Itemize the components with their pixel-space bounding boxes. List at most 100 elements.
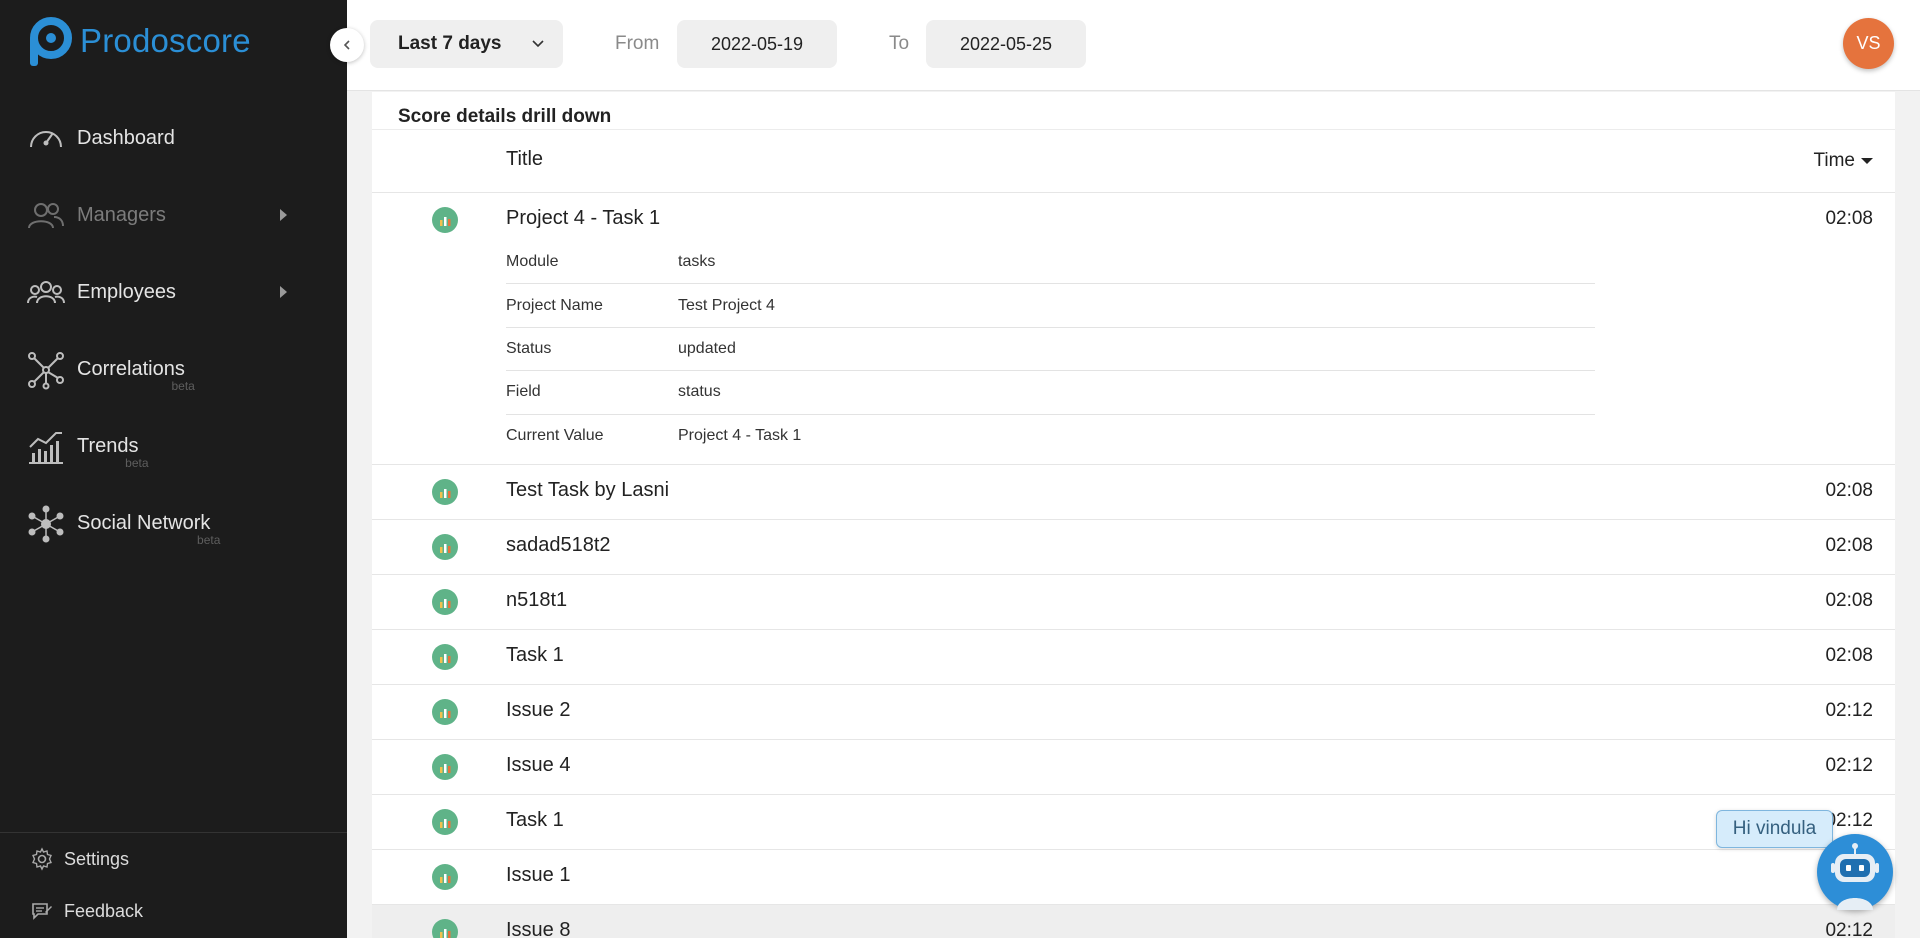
- table-row[interactable]: sadad518t2 02:08: [372, 520, 1895, 575]
- trend-chart-icon: [29, 431, 63, 464]
- row-title: Task 1: [506, 809, 564, 831]
- table-row[interactable]: Issue 4 02:12: [372, 740, 1895, 795]
- sidebar-item-employees[interactable]: Employees: [0, 254, 347, 331]
- row-title: Task 1: [506, 644, 564, 666]
- detail-row-module: Module tasks: [506, 241, 1595, 285]
- managers-icon: [28, 202, 64, 228]
- topbar: Last 7 days From 2022-05-19 To 2022-05-2…: [347, 0, 1920, 91]
- row-time: 02:08: [1825, 480, 1873, 501]
- row-time: 02:08: [1825, 535, 1873, 556]
- gear-icon: [32, 847, 52, 871]
- chatbot-button[interactable]: [1817, 834, 1893, 910]
- chevron-right-icon: [280, 286, 287, 298]
- activity-chart-icon: [432, 919, 458, 938]
- row-title: n518t1: [506, 589, 568, 611]
- sidebar: Prodoscore Dashboard Managers Employees …: [0, 0, 347, 938]
- activity-chart-icon: [432, 864, 458, 890]
- row-time: 02:08: [1825, 645, 1873, 666]
- row-time: 02:12: [1825, 755, 1873, 776]
- sidebar-item-label: Managers: [77, 204, 166, 226]
- to-date-input[interactable]: 2022-05-25: [926, 20, 1086, 68]
- detail-row-project-name: Project Name Test Project 4: [506, 284, 1595, 328]
- table-row[interactable]: Issue 2 02:12: [372, 685, 1895, 740]
- table-body: Project 4 - Task 1 02:08 Module tasks Pro…: [372, 193, 1895, 938]
- activity-chart-icon: [432, 809, 458, 835]
- date-range-select[interactable]: Last 7 days: [370, 20, 563, 68]
- sidebar-item-trends[interactable]: Trends beta: [0, 408, 347, 485]
- date-range-value: Last 7 days: [398, 33, 502, 54]
- speedometer-icon: [30, 130, 62, 147]
- row-title: Project 4 - Task 1: [506, 207, 661, 229]
- row-title: Issue 1: [506, 864, 571, 886]
- brand-name: Prodoscore: [80, 22, 251, 59]
- row-time: 02:08: [1825, 590, 1873, 611]
- sidebar-item-label: Trends beta: [77, 435, 149, 470]
- score-details-card: Score details drill down Title Time Proj…: [372, 92, 1895, 938]
- detail-row-status: Status updated: [506, 328, 1595, 372]
- prodoscore-logo-icon: [30, 17, 72, 66]
- sidebar-item-label: Employees: [77, 281, 176, 303]
- brand[interactable]: Prodoscore: [26, 16, 251, 66]
- detail-row-field: Field status: [506, 371, 1595, 415]
- table-row[interactable]: Test Task by Lasni 02:08: [372, 465, 1895, 520]
- table-row[interactable]: Task 1 02:08: [372, 630, 1895, 685]
- chevron-down-icon: [532, 40, 544, 48]
- sidebar-item-label: Settings: [64, 848, 130, 869]
- row-time: 02:08: [1825, 208, 1873, 229]
- row-title: Issue 2: [506, 699, 571, 721]
- feedback-icon: [32, 903, 52, 920]
- row-details: Module tasks Project Name Test Project 4 S…: [506, 241, 1595, 458]
- beta-badge: beta: [171, 379, 195, 393]
- column-header-title[interactable]: Title: [506, 148, 543, 171]
- sidebar-item-label: Dashboard: [77, 127, 175, 149]
- table-row[interactable]: n518t1 02:08: [372, 575, 1895, 630]
- activity-chart-icon: [432, 699, 458, 725]
- chevron-left-icon: [343, 40, 350, 50]
- sidebar-item-managers[interactable]: Managers: [0, 177, 347, 254]
- table-row[interactable]: Issue 1: [372, 850, 1895, 905]
- row-time: 02:12: [1825, 920, 1873, 938]
- table-header: Title Time: [372, 129, 1895, 193]
- employees-icon: [27, 280, 65, 303]
- sidebar-collapse-button[interactable]: [330, 28, 364, 62]
- row-title: Issue 8: [506, 919, 571, 938]
- social-network-icon: [28, 505, 64, 542]
- sidebar-nav: Dashboard Managers Employees Correlation…: [0, 100, 347, 562]
- sidebar-item-dashboard[interactable]: Dashboard: [0, 100, 347, 177]
- sidebar-footer: Settings Feedback: [0, 832, 347, 937]
- chat-greeting-bubble[interactable]: Hi vindula: [1716, 810, 1833, 848]
- section-title: Score details drill down: [398, 106, 612, 127]
- detail-row-current-value: Current Value Project 4 - Task 1: [506, 427, 802, 445]
- network-icon: [28, 351, 64, 389]
- row-title: sadad518t2: [506, 534, 611, 556]
- activity-chart-icon: [432, 754, 458, 780]
- sort-desc-icon: [1861, 158, 1873, 164]
- activity-chart-icon: [432, 644, 458, 670]
- user-avatar[interactable]: VS: [1843, 18, 1894, 69]
- table-row-expanded[interactable]: Project 4 - Task 1 02:08 Module tasks Pro…: [372, 193, 1895, 465]
- robot-icon: [1831, 843, 1879, 910]
- activity-chart-icon: [432, 534, 458, 560]
- to-label: To: [889, 33, 910, 54]
- activity-chart-icon: [432, 207, 458, 233]
- chevron-right-icon: [280, 209, 287, 221]
- from-label: From: [615, 33, 660, 54]
- sidebar-item-label: Feedback: [64, 900, 144, 921]
- from-date-input[interactable]: 2022-05-19: [677, 20, 837, 68]
- sidebar-item-social-network[interactable]: Social Network beta: [0, 485, 347, 562]
- column-header-time[interactable]: Time: [1813, 150, 1873, 172]
- activity-chart-icon: [432, 589, 458, 615]
- sidebar-item-correlations[interactable]: Correlations beta: [0, 331, 347, 408]
- table-row[interactable]: Issue 8 02:12: [372, 905, 1895, 938]
- table-row[interactable]: Task 1 02:12: [372, 795, 1895, 850]
- beta-badge: beta: [125, 456, 149, 470]
- sidebar-item-label: Social Network beta: [77, 512, 221, 547]
- row-title: Issue 4: [506, 754, 571, 776]
- activity-chart-icon: [432, 479, 458, 505]
- sidebar-item-label: Correlations beta: [77, 358, 195, 393]
- row-title: Test Task by Lasni: [506, 479, 670, 501]
- sidebar-item-feedback[interactable]: Feedback: [0, 885, 347, 937]
- beta-badge: beta: [197, 533, 221, 547]
- sidebar-item-settings[interactable]: Settings: [0, 833, 347, 885]
- row-time: 02:12: [1825, 700, 1873, 721]
